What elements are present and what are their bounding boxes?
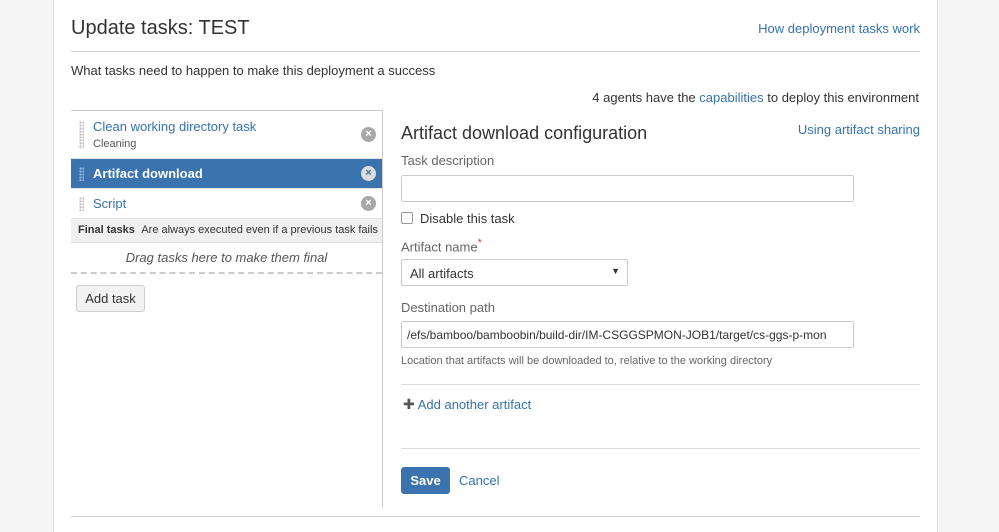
footer-divider [71,516,920,517]
agents-capabilities-info: 4 agents have the capabilities to deploy… [592,90,919,105]
task-subtitle: Cleaning [93,138,137,150]
divider [401,384,920,385]
plus-icon: ✚ [403,396,415,412]
save-button[interactable]: Save [401,467,450,494]
using-artifact-sharing-link[interactable]: Using artifact sharing [798,122,920,137]
task-list-panel: Clean working directory task Cleaning × … [71,110,383,508]
destination-path-label: Destination path [401,300,495,315]
dropdown-arrow-icon: ▼ [611,266,620,276]
task-configuration-panel: Artifact download configuration Using ar… [401,110,920,508]
capabilities-link[interactable]: capabilities [699,90,763,105]
task-description-label: Task description [401,153,495,168]
disable-task-checkbox[interactable] [401,212,413,224]
cancel-link[interactable]: Cancel [459,473,499,488]
task-item-artifact-download[interactable]: Artifact download × [71,159,382,189]
final-tasks-header: Final tasks Are always executed even if … [71,219,382,243]
page-header: Update tasks: TEST How deployment tasks … [71,0,920,52]
agents-suffix: to deploy this environment [767,90,919,105]
drag-handle-icon[interactable] [79,167,84,181]
task-name[interactable]: Script [93,196,126,211]
divider [401,448,920,449]
intro-text: What tasks need to happen to make this d… [71,63,436,78]
required-asterisk: * [477,237,482,249]
task-name[interactable]: Clean working directory task [93,119,256,134]
final-tasks-label: Final tasks [78,224,135,236]
config-title: Artifact download configuration [401,123,648,143]
how-deployment-tasks-work-link[interactable]: How deployment tasks work [758,21,920,36]
final-tasks-description: Are always executed even if a previous t… [141,224,378,236]
agents-prefix: 4 agents have the [592,90,696,105]
page-container: Update tasks: TEST How deployment tasks … [53,0,938,532]
remove-task-icon[interactable]: × [361,196,376,211]
drag-handle-icon[interactable] [79,121,84,149]
artifact-name-selected-value: All artifacts [410,266,474,281]
destination-path-help: Location that artifacts will be download… [401,355,773,367]
add-another-artifact-link[interactable]: ✚ Add another artifact [403,396,531,413]
artifact-name-label: Artifact name* [401,237,482,254]
page-title: Update tasks: TEST [71,17,250,39]
remove-task-icon[interactable]: × [361,166,376,181]
final-tasks-drop-zone[interactable]: Drag tasks here to make them final [71,243,382,274]
destination-path-input[interactable] [401,321,854,348]
task-item-script[interactable]: Script × [71,189,382,219]
artifact-name-label-text: Artifact name [401,239,478,255]
drag-handle-icon[interactable] [79,197,84,211]
artifact-name-select[interactable]: All artifacts ▼ [401,259,628,286]
add-task-button[interactable]: Add task [76,285,145,312]
task-name[interactable]: Artifact download [93,166,203,181]
add-another-artifact-label[interactable]: Add another artifact [418,397,531,412]
disable-task-row: Disable this task [401,211,515,226]
remove-task-icon[interactable]: × [361,127,376,142]
task-description-input[interactable] [401,175,854,202]
task-item-clean-working-directory[interactable]: Clean working directory task Cleaning × [71,111,382,159]
disable-task-label[interactable]: Disable this task [420,211,515,226]
